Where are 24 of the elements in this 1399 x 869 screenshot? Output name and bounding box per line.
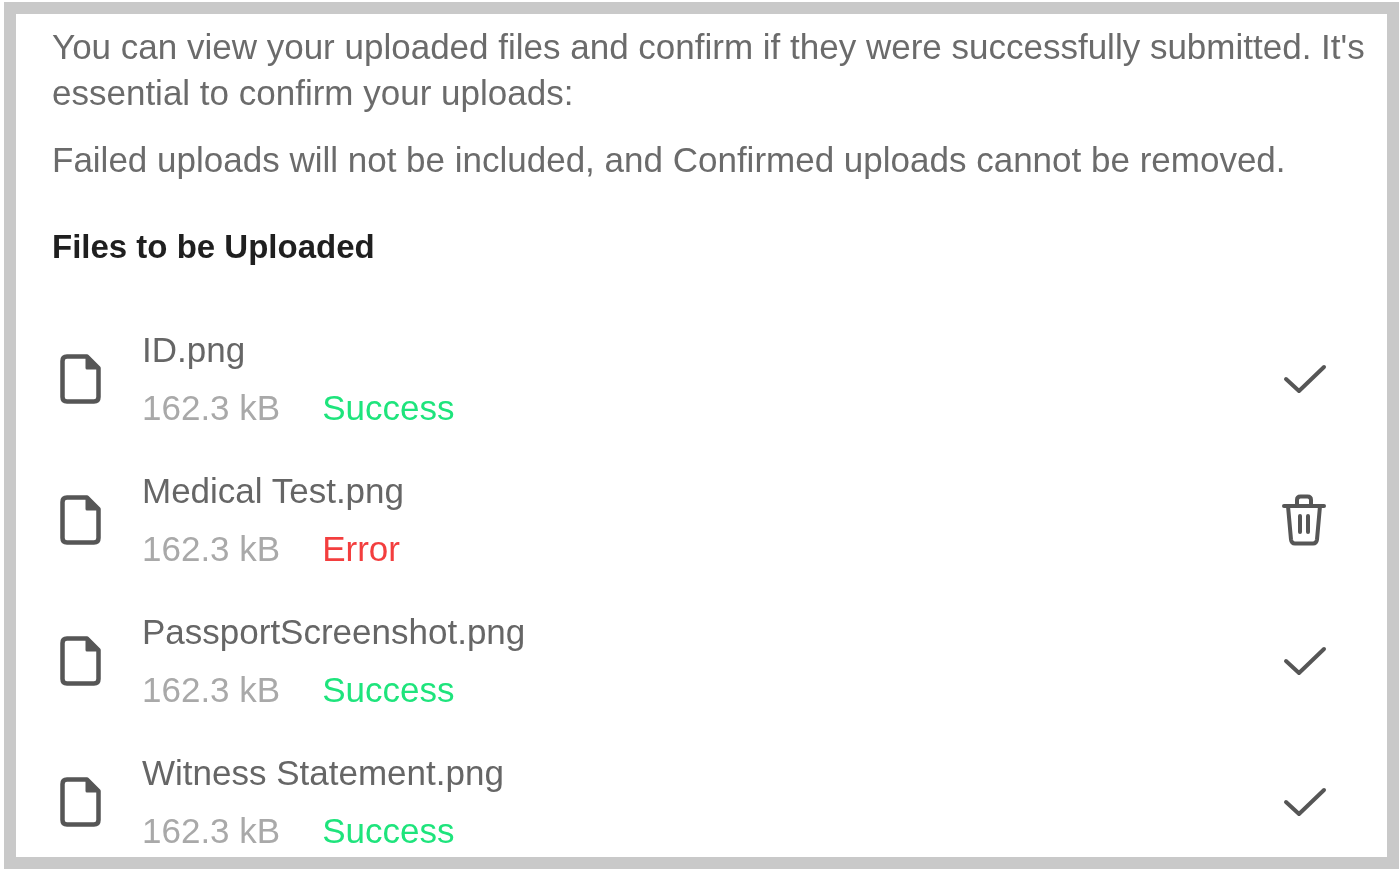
check-icon [1283, 364, 1327, 394]
upload-status: Success [322, 810, 455, 852]
info-text: You can view your uploaded files and confirm if they were successfully submitted. It's essential to confirm your uploads: [52, 26, 1366, 114]
file-size: 162.3 kB [142, 669, 281, 711]
delete-button[interactable] [1281, 494, 1327, 546]
upload-status: Error [322, 528, 400, 570]
file-icon [60, 636, 101, 686]
file-size: 162.3 kB [142, 528, 281, 570]
check-icon [1283, 646, 1327, 676]
check-icon [1283, 787, 1327, 817]
upload-status: Success [322, 669, 455, 711]
info-text: Failed uploads will not be included, and Confirmed uploads cannot be removed. [52, 139, 1287, 181]
trash-icon [1281, 494, 1327, 546]
section-heading: Files to be Uploaded [52, 227, 376, 267]
file-size: 162.3 kB [142, 810, 281, 852]
file-icon [60, 777, 101, 827]
file-name: Medical Test.png [142, 470, 405, 512]
file-name: PassportScreenshot.png [142, 611, 527, 653]
file-icon [60, 354, 101, 404]
file-name: Witness Statement.png [142, 752, 505, 794]
file-name: ID.png [142, 329, 247, 371]
upload-status: Success [322, 387, 455, 429]
file-icon [60, 495, 101, 545]
file-size: 162.3 kB [142, 387, 281, 429]
